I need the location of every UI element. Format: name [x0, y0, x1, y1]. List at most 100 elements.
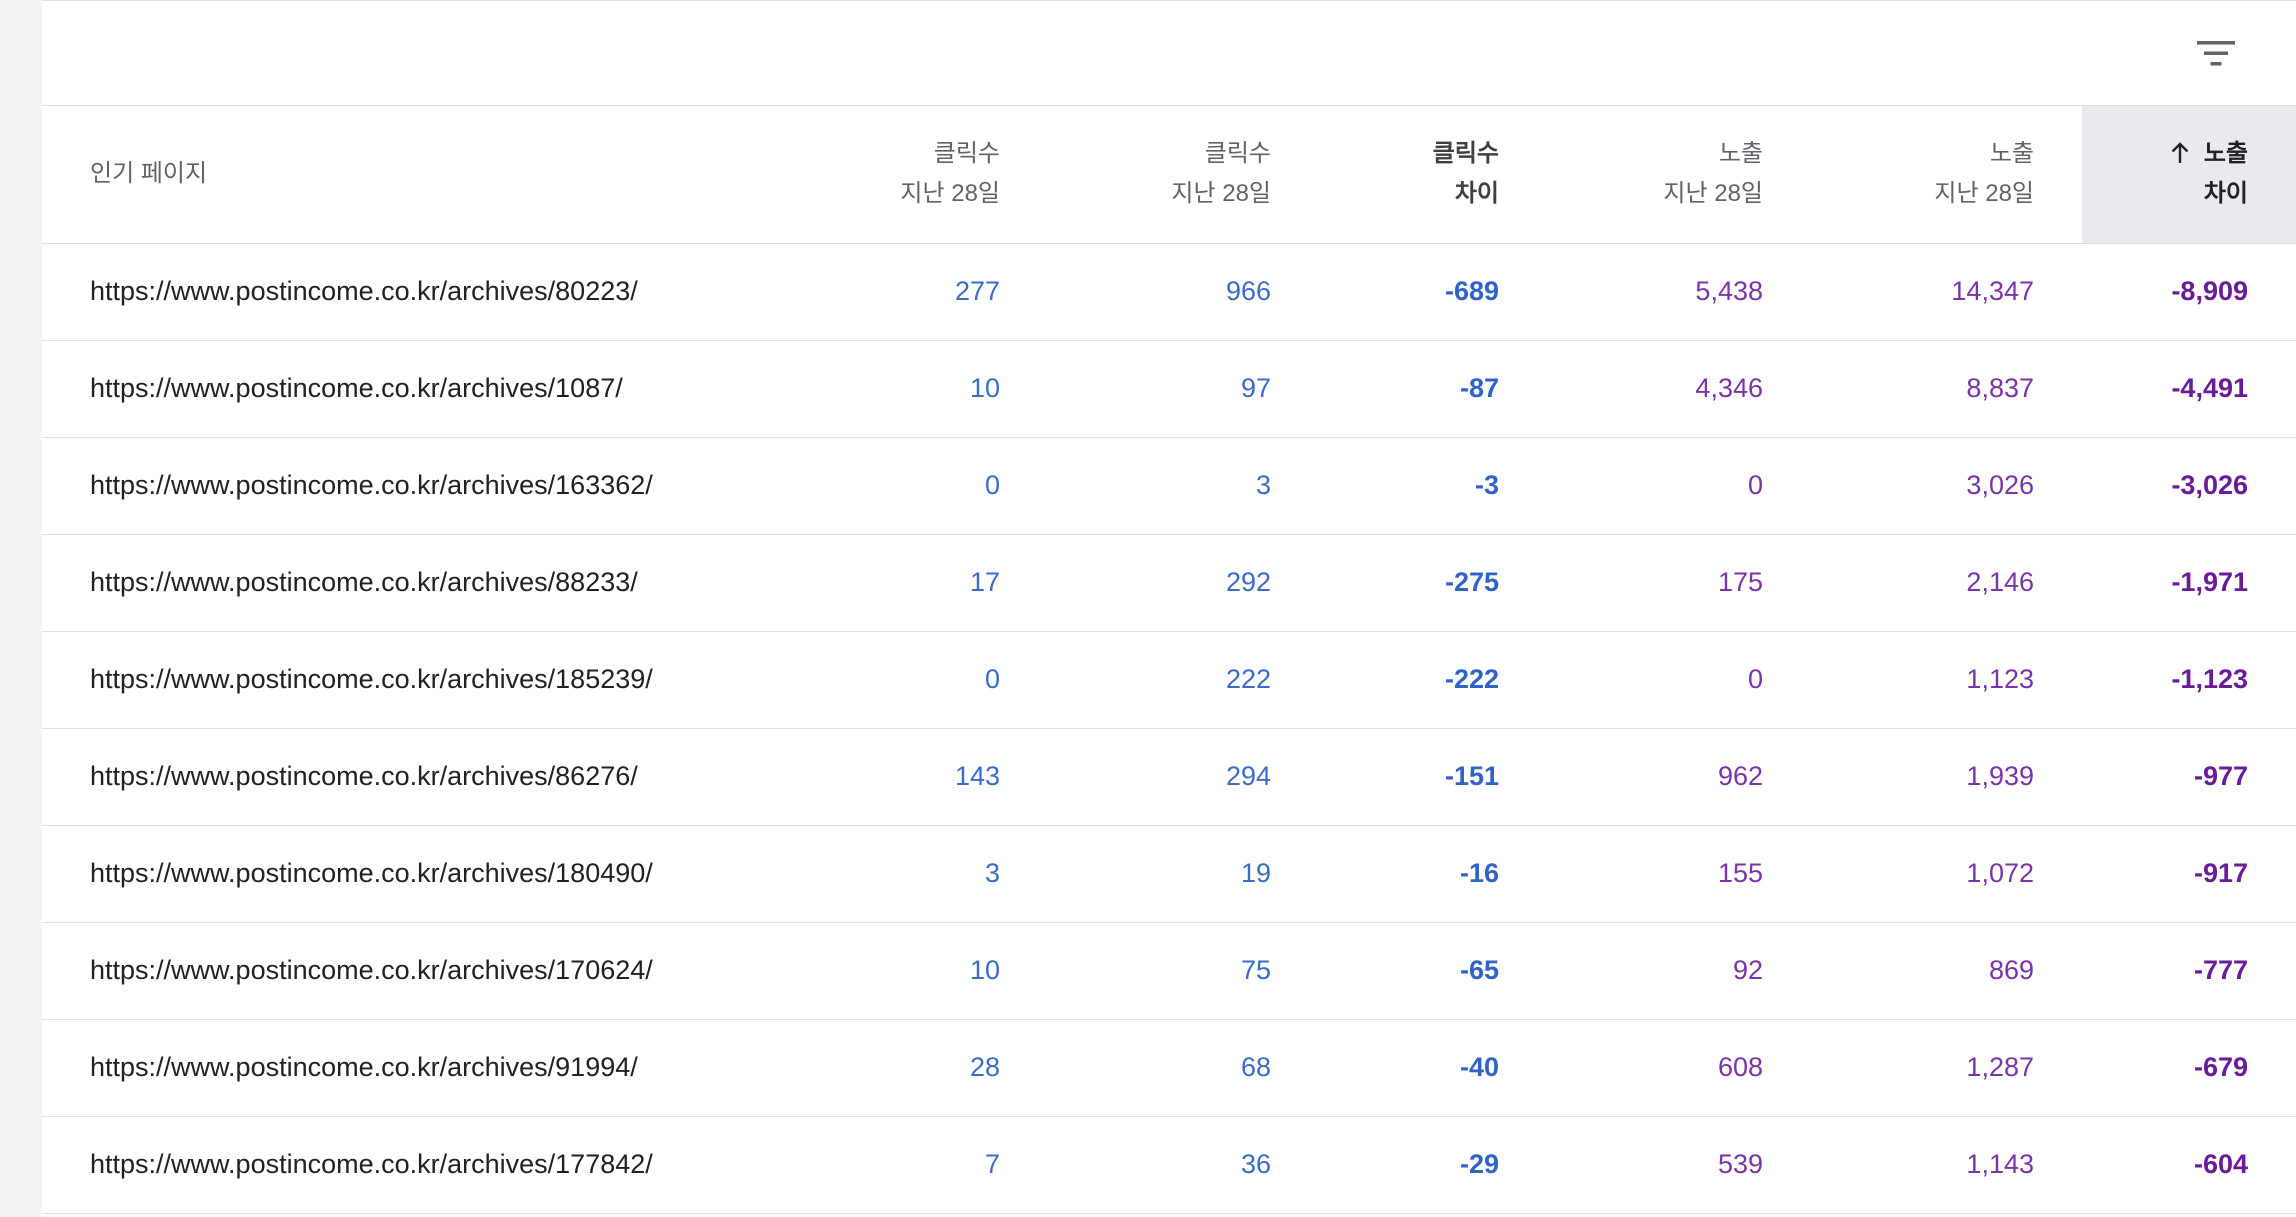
- page-url-cell: https://www.postincome.co.kr/archives/18…: [42, 825, 812, 923]
- header-clicks-period-b[interactable]: 클릭수 지난 28일: [1048, 106, 1319, 244]
- impressions-diff-cell: -917: [2082, 825, 2296, 923]
- clicks-period-a-cell: 7: [812, 1116, 1048, 1214]
- impressions-period-a-cell: 92: [1547, 922, 1811, 1020]
- header-label: 노출: [1718, 140, 1763, 168]
- impressions-diff-cell: -3,026: [2082, 437, 2296, 535]
- header-label: 클릭수: [1432, 140, 1499, 168]
- clicks-period-a-cell: 277: [812, 243, 1048, 341]
- impressions-diff-cell: -8,909: [2082, 243, 2296, 341]
- clicks-diff-cell: -40: [1319, 1019, 1547, 1117]
- page-url-cell: https://www.postincome.co.kr/archives/91…: [42, 1019, 812, 1117]
- impressions-diff-cell: -777: [2082, 922, 2296, 1020]
- impressions-period-b-cell: 1,143: [1811, 1116, 2082, 1214]
- header-top-pages[interactable]: 인기 페이지: [42, 106, 812, 244]
- impressions-period-a-cell: 539: [1547, 1116, 1811, 1214]
- clicks-period-b-cell: 36: [1048, 1116, 1319, 1214]
- page-url-cell: https://www.postincome.co.kr/archives/17…: [42, 1116, 812, 1214]
- impressions-period-a-cell: 0: [1547, 437, 1811, 535]
- impressions-diff-cell: -604: [2082, 1116, 2296, 1214]
- impressions-diff-cell: -679: [2082, 1019, 2296, 1117]
- filter-list-icon: [2197, 41, 2235, 66]
- clicks-period-a-cell: 0: [812, 631, 1048, 729]
- clicks-period-b-cell: 75: [1048, 922, 1319, 1020]
- table-toolbar: [42, 1, 2296, 106]
- clicks-period-a-cell: 17: [812, 534, 1048, 632]
- arrow-upward-icon: [2171, 142, 2189, 164]
- impressions-period-b-cell: 3,026: [1811, 437, 2082, 535]
- header-clicks-diff[interactable]: 클릭수 차이: [1319, 106, 1547, 244]
- table-row[interactable]: https://www.postincome.co.kr/archives/17…: [42, 922, 2296, 1020]
- table-row[interactable]: https://www.postincome.co.kr/archives/10…: [42, 340, 2296, 438]
- impressions-period-b-cell: 2,146: [1811, 534, 2082, 632]
- header-sublabel: 지난 28일: [900, 180, 1000, 208]
- clicks-diff-cell: -222: [1319, 631, 1547, 729]
- clicks-period-a-cell: 10: [812, 340, 1048, 438]
- header-impressions-diff-sorted[interactable]: 노출 차이: [2082, 106, 2296, 244]
- clicks-period-a-cell: 10: [812, 922, 1048, 1020]
- table-header-row: 인기 페이지 클릭수 지난 28일 클릭수 지난 28일 클릭수 차이 노출 지…: [42, 106, 2296, 244]
- filter-button[interactable]: [2188, 25, 2244, 81]
- header-label: 클릭수: [933, 140, 1000, 168]
- clicks-period-b-cell: 292: [1048, 534, 1319, 632]
- table-row[interactable]: https://www.postincome.co.kr/archives/18…: [42, 825, 2296, 923]
- clicks-diff-cell: -29: [1319, 1116, 1547, 1214]
- clicks-diff-cell: -16: [1319, 825, 1547, 923]
- clicks-diff-cell: -689: [1319, 243, 1547, 341]
- impressions-period-b-cell: 8,837: [1811, 340, 2082, 438]
- clicks-diff-cell: -65: [1319, 922, 1547, 1020]
- page-url-cell: https://www.postincome.co.kr/archives/16…: [42, 437, 812, 535]
- table-row[interactable]: https://www.postincome.co.kr/archives/18…: [42, 631, 2296, 729]
- header-sublabel: 지난 28일: [1171, 180, 1271, 208]
- page-url-cell: https://www.postincome.co.kr/archives/88…: [42, 534, 812, 632]
- table-row[interactable]: https://www.postincome.co.kr/archives/80…: [42, 243, 2296, 341]
- impressions-period-b-cell: 1,123: [1811, 631, 2082, 729]
- impressions-period-b-cell: 869: [1811, 922, 2082, 1020]
- table-row[interactable]: https://www.postincome.co.kr/archives/86…: [42, 728, 2296, 826]
- impressions-period-b-cell: 1,072: [1811, 825, 2082, 923]
- table-row[interactable]: https://www.postincome.co.kr/archives/91…: [42, 1019, 2296, 1117]
- header-top-pages-label: 인기 페이지: [90, 160, 208, 188]
- clicks-period-b-cell: 294: [1048, 728, 1319, 826]
- table-row[interactable]: https://www.postincome.co.kr/archives/88…: [42, 534, 2296, 632]
- clicks-period-b-cell: 966: [1048, 243, 1319, 341]
- impressions-period-a-cell: 0: [1547, 631, 1811, 729]
- header-impressions-period-b[interactable]: 노출 지난 28일: [1811, 106, 2082, 244]
- page-url-cell: https://www.postincome.co.kr/archives/10…: [42, 340, 812, 438]
- impressions-period-a-cell: 4,346: [1547, 340, 1811, 438]
- impressions-period-b-cell: 1,939: [1811, 728, 2082, 826]
- clicks-period-a-cell: 28: [812, 1019, 1048, 1117]
- header-sublabel: 차이: [1454, 180, 1499, 208]
- table-body: https://www.postincome.co.kr/archives/80…: [42, 243, 2296, 1214]
- impressions-period-a-cell: 175: [1547, 534, 1811, 632]
- impressions-period-b-cell: 14,347: [1811, 243, 2082, 341]
- impressions-diff-cell: -977: [2082, 728, 2296, 826]
- clicks-period-a-cell: 0: [812, 437, 1048, 535]
- impressions-diff-cell: -4,491: [2082, 340, 2296, 438]
- header-label: 클릭수: [1204, 140, 1271, 168]
- page-url-cell: https://www.postincome.co.kr/archives/17…: [42, 922, 812, 1020]
- impressions-period-a-cell: 962: [1547, 728, 1811, 826]
- clicks-period-b-cell: 68: [1048, 1019, 1319, 1117]
- header-sublabel: 지난 28일: [1934, 180, 2034, 208]
- impressions-period-a-cell: 155: [1547, 825, 1811, 923]
- clicks-period-b-cell: 222: [1048, 631, 1319, 729]
- header-label: 노출: [2203, 140, 2248, 168]
- clicks-diff-cell: -275: [1319, 534, 1547, 632]
- top-pages-card: 인기 페이지 클릭수 지난 28일 클릭수 지난 28일 클릭수 차이 노출 지…: [42, 0, 2296, 1217]
- page-url-cell: https://www.postincome.co.kr/archives/18…: [42, 631, 812, 729]
- left-margin: [0, 0, 42, 1216]
- header-sublabel: 지난 28일: [1663, 180, 1763, 208]
- clicks-period-b-cell: 3: [1048, 437, 1319, 535]
- table-row[interactable]: https://www.postincome.co.kr/archives/16…: [42, 437, 2296, 535]
- clicks-period-b-cell: 19: [1048, 825, 1319, 923]
- clicks-diff-cell: -151: [1319, 728, 1547, 826]
- pages-table: 인기 페이지 클릭수 지난 28일 클릭수 지난 28일 클릭수 차이 노출 지…: [42, 106, 2296, 1214]
- header-clicks-period-a[interactable]: 클릭수 지난 28일: [812, 106, 1048, 244]
- header-sublabel: 차이: [2203, 180, 2248, 208]
- impressions-period-a-cell: 608: [1547, 1019, 1811, 1117]
- clicks-period-b-cell: 97: [1048, 340, 1319, 438]
- header-impressions-period-a[interactable]: 노출 지난 28일: [1547, 106, 1811, 244]
- page-url-cell: https://www.postincome.co.kr/archives/80…: [42, 243, 812, 341]
- clicks-period-a-cell: 143: [812, 728, 1048, 826]
- table-row[interactable]: https://www.postincome.co.kr/archives/17…: [42, 1116, 2296, 1214]
